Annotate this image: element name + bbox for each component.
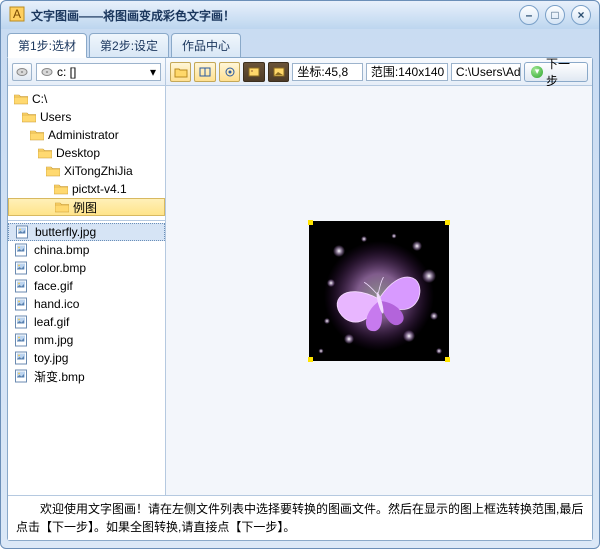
image-file-icon: [14, 261, 28, 275]
image-file-icon: [14, 369, 28, 383]
folder-open-icon: [174, 66, 188, 78]
picture-icon: [247, 66, 261, 78]
file-item[interactable]: hand.ico: [8, 295, 165, 313]
grid-icon: [198, 66, 212, 78]
image-file-icon: [14, 297, 28, 311]
file-name: leaf.gif: [34, 315, 69, 329]
drive-combo[interactable]: c: [] ▾: [36, 63, 161, 81]
tree-label: Administrator: [48, 128, 119, 142]
tab-bar: 第1步:选材 第2步:设定 作品中心: [1, 29, 599, 58]
file-item[interactable]: 渐变.bmp: [8, 367, 165, 385]
image-file-icon: [14, 243, 28, 257]
file-name: toy.jpg: [34, 351, 68, 365]
window-buttons: – □ ×: [519, 5, 591, 25]
arrow-down-icon: ▾: [531, 66, 543, 78]
main-row: c: [] ▾ C:\ Users Administrator Desktop XiTo…: [8, 58, 592, 495]
file-item[interactable]: leaf.gif: [8, 313, 165, 331]
selection-handle-br[interactable]: [445, 357, 450, 362]
file-name: 渐变.bmp: [34, 368, 85, 385]
folder-icon: [30, 129, 44, 141]
file-item[interactable]: china.bmp: [8, 241, 165, 259]
file-name: color.bmp: [34, 261, 86, 275]
selection-handle-tl[interactable]: [308, 220, 313, 225]
toolbar: 坐标:45,8 范围:140x140 C:\Users\Adl ▾ 下一步: [166, 58, 592, 86]
left-panel: c: [] ▾ C:\ Users Administrator Desktop XiTo…: [8, 58, 166, 495]
tree-item[interactable]: Desktop: [8, 144, 165, 162]
selection-handle-bl[interactable]: [308, 357, 313, 362]
tree-label: XiTongZhiJia: [64, 164, 133, 178]
right-panel: 坐标:45,8 范围:140x140 C:\Users\Adl ▾ 下一步: [166, 58, 592, 495]
file-name: mm.jpg: [34, 333, 73, 347]
app-window: A 文字图画——将图画变成彩色文字画！ – □ × 第1步:选材 第2步:设定 …: [0, 0, 600, 549]
open-button[interactable]: [170, 62, 191, 82]
tree-item[interactable]: C:\: [8, 90, 165, 108]
selection-handle-tr[interactable]: [445, 220, 450, 225]
tab-gallery[interactable]: 作品中心: [171, 33, 241, 58]
picture2-icon: [272, 66, 286, 78]
folder-icon: [22, 111, 36, 123]
tree-item[interactable]: Administrator: [8, 126, 165, 144]
tool-button-4[interactable]: [243, 62, 264, 82]
tool-button-5[interactable]: [268, 62, 289, 82]
file-item[interactable]: color.bmp: [8, 259, 165, 277]
image-file-icon: [14, 279, 28, 293]
maximize-button[interactable]: □: [545, 5, 565, 25]
next-label: 下一步: [546, 55, 581, 89]
path-display: C:\Users\Adl: [451, 63, 521, 81]
butterfly-image: [309, 221, 449, 361]
image-file-icon: [14, 333, 28, 347]
folder-icon: [14, 93, 28, 105]
tree-label: 例图: [73, 199, 97, 216]
range-display: 范围:140x140: [366, 63, 448, 81]
file-name: china.bmp: [34, 243, 89, 257]
image-file-icon: [14, 315, 28, 329]
tree-item[interactable]: XiTongZhiJia: [8, 162, 165, 180]
tree-label: Desktop: [56, 146, 100, 160]
preview-area[interactable]: [166, 86, 592, 495]
tab-step2[interactable]: 第2步:设定: [89, 33, 169, 58]
file-item[interactable]: toy.jpg: [8, 349, 165, 367]
file-name: butterfly.jpg: [35, 225, 96, 239]
chevron-down-icon: ▾: [150, 65, 156, 79]
tree-label: pictxt-v4.1: [72, 182, 127, 196]
preview-image[interactable]: [309, 221, 449, 361]
file-name: face.gif: [34, 279, 73, 293]
tree-item[interactable]: pictxt-v4.1: [8, 180, 165, 198]
titlebar: A 文字图画——将图画变成彩色文字画！ – □ ×: [1, 1, 599, 29]
coord-display: 坐标:45,8: [292, 63, 362, 81]
file-item[interactable]: mm.jpg: [8, 331, 165, 349]
file-name: hand.ico: [34, 297, 79, 311]
folder-icon: [46, 165, 60, 177]
folder-icon: [55, 201, 69, 213]
tab-step1[interactable]: 第1步:选材: [7, 33, 87, 58]
tool-button-3[interactable]: [219, 62, 240, 82]
drive-bar: c: [] ▾: [8, 58, 165, 86]
go-up-button[interactable]: [12, 63, 32, 81]
status-bar: 欢迎使用文字图画！请在左侧文件列表中选择要转换的图画文件。然后在显示的图上框选转…: [8, 495, 592, 540]
svg-text:A: A: [13, 7, 21, 21]
drive-label: c: []: [57, 65, 76, 79]
folder-tree[interactable]: C:\ Users Administrator Desktop XiTongZhiJia…: [8, 86, 165, 221]
tree-label: Users: [40, 110, 71, 124]
close-button[interactable]: ×: [571, 5, 591, 25]
image-file-icon: [14, 351, 28, 365]
folder-icon: [54, 183, 68, 195]
app-icon: A: [9, 6, 25, 25]
file-item[interactable]: butterfly.jpg: [8, 223, 165, 241]
window-title: 文字图画——将图画变成彩色文字画！: [31, 7, 519, 24]
tree-label: C:\: [32, 92, 47, 106]
file-list[interactable]: butterfly.jpg china.bmp color.bmp face.gif h…: [8, 221, 165, 495]
target-icon: [223, 66, 237, 78]
tool-button-2[interactable]: [194, 62, 215, 82]
drive-icon: [41, 67, 53, 77]
image-file-icon: [15, 225, 29, 239]
minimize-button[interactable]: –: [519, 5, 539, 25]
file-item[interactable]: face.gif: [8, 277, 165, 295]
tree-item[interactable]: Users: [8, 108, 165, 126]
tree-item[interactable]: 例图: [8, 198, 165, 216]
disk-icon: [16, 67, 28, 77]
folder-icon: [38, 147, 52, 159]
next-button[interactable]: ▾ 下一步: [524, 62, 588, 82]
content-panel: c: [] ▾ C:\ Users Administrator Desktop XiTo…: [7, 57, 593, 541]
